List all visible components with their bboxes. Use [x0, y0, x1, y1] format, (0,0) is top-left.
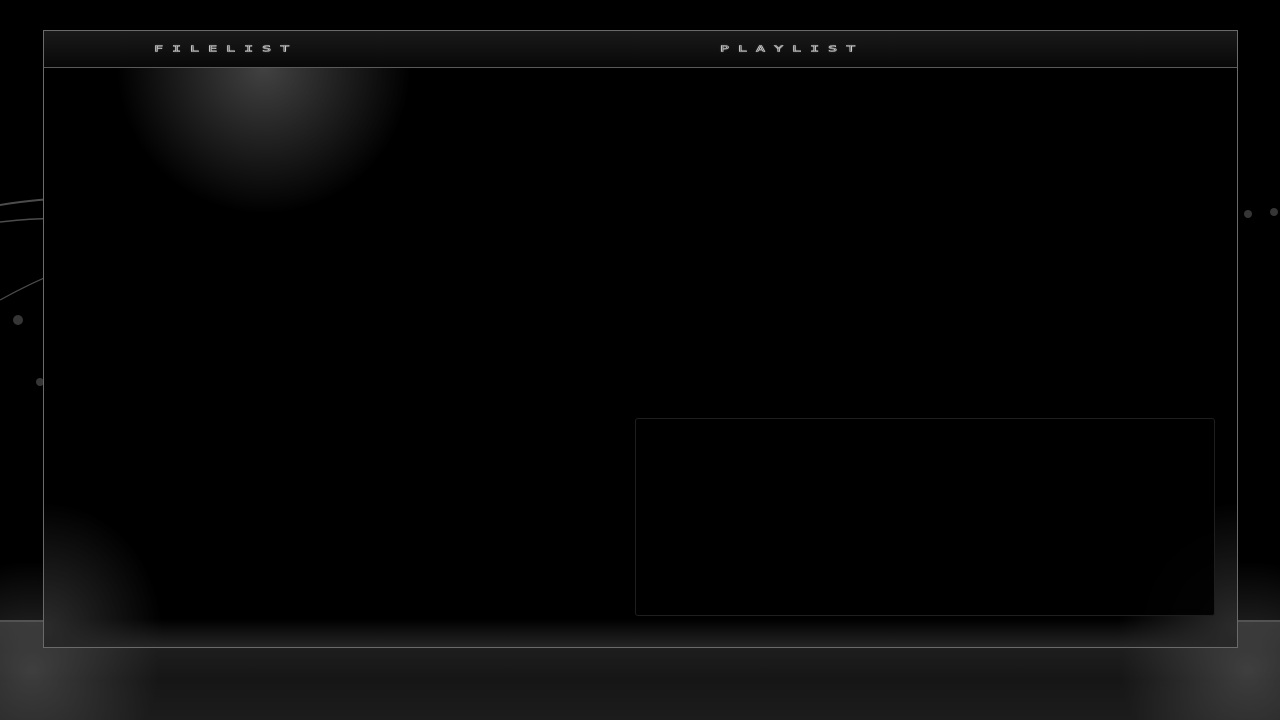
top-spotlight: [104, 67, 424, 227]
playlist-tab[interactable]: PLAYLIST: [720, 42, 1080, 56]
filelist-tab[interactable]: FILELIST: [154, 42, 514, 56]
header-bar: FILELIST PLAYLIST: [44, 31, 1237, 68]
frame-bottom-shade: [44, 619, 1237, 647]
info-panel: [635, 418, 1215, 616]
